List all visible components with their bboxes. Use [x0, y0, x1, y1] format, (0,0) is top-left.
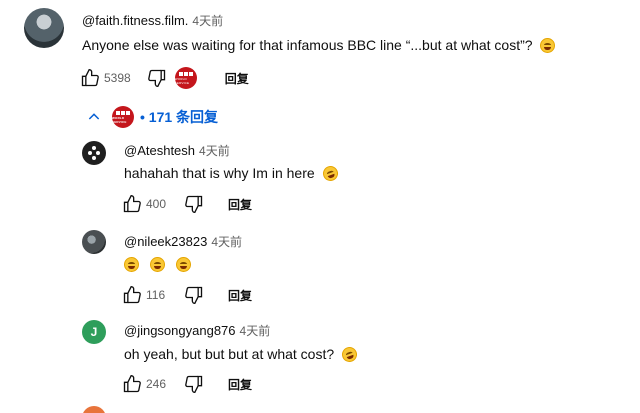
avatar[interactable]	[82, 230, 106, 254]
reply-time[interactable]: 4天前	[211, 235, 242, 249]
comment-actions: 5398 WORLD SERVICE 回复	[78, 66, 249, 90]
like-count: 5398	[104, 71, 131, 85]
comment-text: Anyone else was waiting for that infamou…	[82, 37, 533, 53]
creator-avatar: WORLD SERVICE	[112, 106, 134, 128]
creator-heart-badge: WORLD SERVICE	[174, 67, 197, 89]
reply-button[interactable]: 回复	[228, 196, 252, 213]
grinning-sweat-emoji-icon	[540, 38, 556, 53]
like-button[interactable]	[120, 372, 144, 396]
thumb-down-icon	[147, 69, 165, 88]
comment-text-wrap: Anyone else was waiting for that infamou…	[82, 37, 558, 53]
like-count: 116	[146, 288, 166, 302]
reply-button[interactable]: 回复	[225, 70, 249, 87]
reply-button[interactable]: 回复	[228, 287, 252, 304]
rofl-emoji-icon	[320, 163, 340, 184]
like-count: 400	[146, 197, 167, 211]
thumb-up-icon	[123, 374, 141, 393]
grinning-sweat-emoji-icon	[175, 257, 191, 272]
avatar[interactable]: J	[82, 320, 106, 344]
reply-author[interactable]: @jingsongyang876	[124, 323, 236, 338]
reply-actions: 246 回复	[120, 372, 252, 396]
reply-actions: 400 回复	[120, 192, 252, 216]
avatar[interactable]	[82, 406, 106, 413]
comment-author[interactable]: @faith.fitness.film.	[82, 13, 188, 28]
avatar[interactable]	[24, 8, 64, 48]
replies-count: • 171 条回复	[140, 109, 219, 125]
reply-text: oh yeah, but but but at what cost?	[124, 346, 335, 362]
reply-text	[124, 256, 194, 272]
avatar[interactable]	[82, 141, 106, 165]
chevron-up-icon	[88, 113, 100, 120]
dislike-button[interactable]	[182, 283, 206, 307]
like-count: 246	[146, 377, 167, 391]
thumb-up-icon	[123, 285, 141, 304]
reply-author[interactable]: @nileek23823	[124, 234, 207, 249]
dislike-button[interactable]	[182, 372, 206, 396]
reply-time[interactable]: 4天前	[240, 324, 271, 338]
thumb-down-icon	[185, 286, 203, 305]
comment-time[interactable]: 4天前	[192, 14, 223, 28]
grinning-sweat-emoji-icon	[149, 257, 165, 272]
dislike-button[interactable]	[145, 66, 169, 90]
thumb-up-icon	[123, 194, 141, 213]
reply-text: hahahah that is why Im in here	[124, 165, 315, 181]
thumb-up-icon	[81, 68, 99, 87]
dots-avatar-icon	[88, 146, 100, 160]
avatar-letter: J	[90, 325, 98, 339]
thumb-down-icon	[185, 195, 203, 214]
reply-actions: 116 回复	[120, 283, 252, 307]
like-button[interactable]	[78, 66, 102, 90]
like-button[interactable]	[120, 283, 144, 307]
reply-author[interactable]: @Ateshtesh	[124, 143, 195, 158]
like-button[interactable]	[120, 192, 144, 216]
grinning-sweat-emoji-icon	[124, 257, 139, 272]
dislike-button[interactable]	[182, 192, 206, 216]
reply-time[interactable]: 4天前	[199, 144, 230, 158]
rofl-emoji-icon	[339, 344, 360, 365]
thumb-down-icon	[185, 375, 203, 394]
reply-button[interactable]: 回复	[228, 376, 252, 393]
replies-toggle[interactable]: WORLD SERVICE • 171 条回复	[86, 106, 218, 128]
